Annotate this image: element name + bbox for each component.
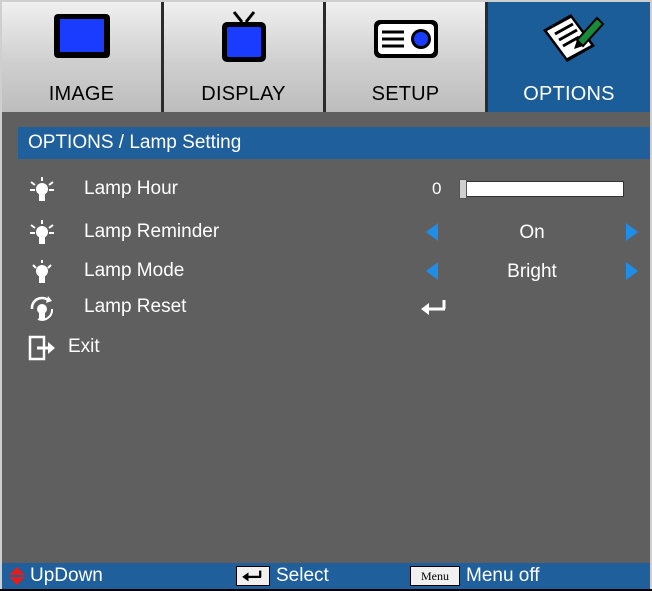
tab-label: SETUP [371,83,440,105]
tab-display[interactable]: DISPLAY [164,2,326,112]
lamp-bulb-icon [30,177,54,201]
right-arrow-icon[interactable] [626,262,638,280]
slider-thumb[interactable] [459,179,467,199]
breadcrumb: OPTIONS / Lamp Setting [18,127,650,159]
menu-row-lamp-hour[interactable]: Lamp Hour 0 [28,171,648,207]
menu-row-lamp-reset[interactable]: Lamp Reset [28,289,648,325]
lamp-hour-label: Lamp Hour [84,178,178,199]
lamp-reset-icon [30,296,54,321]
projector-icon [373,20,438,58]
lamp-bulb-icon [32,260,52,283]
right-arrow-icon[interactable] [626,223,638,241]
lamp-bulb-icon [30,220,54,244]
enter-icon[interactable] [420,299,448,315]
tv-icon [221,11,266,62]
menu-row-exit[interactable]: Exit [28,329,648,365]
lamp-hour-slider[interactable] [459,179,624,199]
lamp-mode-label: Lamp Mode [84,260,185,281]
lamp-reset-label: Lamp Reset [84,296,187,317]
exit-label: Exit [68,336,100,357]
left-arrow-icon[interactable] [426,223,438,241]
select-hint: Select [276,565,329,586]
tab-options[interactable]: OPTIONS [488,2,650,112]
lamp-mode-value: Bright [507,261,557,282]
monitor-icon [53,14,110,58]
footer-hint-bar: UpDown Select Menu Menu off [2,563,650,589]
menu-key-icon: Menu [410,566,460,586]
tab-image[interactable]: IMAGE [2,2,164,112]
lamp-reminder-value: On [519,222,545,243]
updown-arrows-icon [9,567,25,585]
enter-key-icon [236,566,270,586]
tab-setup[interactable]: SETUP [326,2,488,112]
osd-menu: IMAGE DISPLAY SETUP OPTIONS OPTIONS / La… [0,0,652,589]
tab-label: OPTIONS [523,83,615,105]
tab-bar: IMAGE DISPLAY SETUP OPTIONS [2,2,650,112]
menu-row-lamp-mode[interactable]: Lamp Mode Bright [28,253,648,289]
menu-off-hint: Menu off [466,565,540,586]
lamp-hour-value: 0 [432,179,442,198]
left-arrow-icon[interactable] [426,262,438,280]
tab-label: DISPLAY [201,83,286,105]
tab-label: IMAGE [48,83,115,105]
notepad-pencil-icon [543,14,605,62]
lamp-reminder-label: Lamp Reminder [84,221,220,242]
menu-row-lamp-reminder[interactable]: Lamp Reminder On [28,214,648,250]
updown-hint: UpDown [30,565,103,586]
exit-icon [28,335,55,361]
